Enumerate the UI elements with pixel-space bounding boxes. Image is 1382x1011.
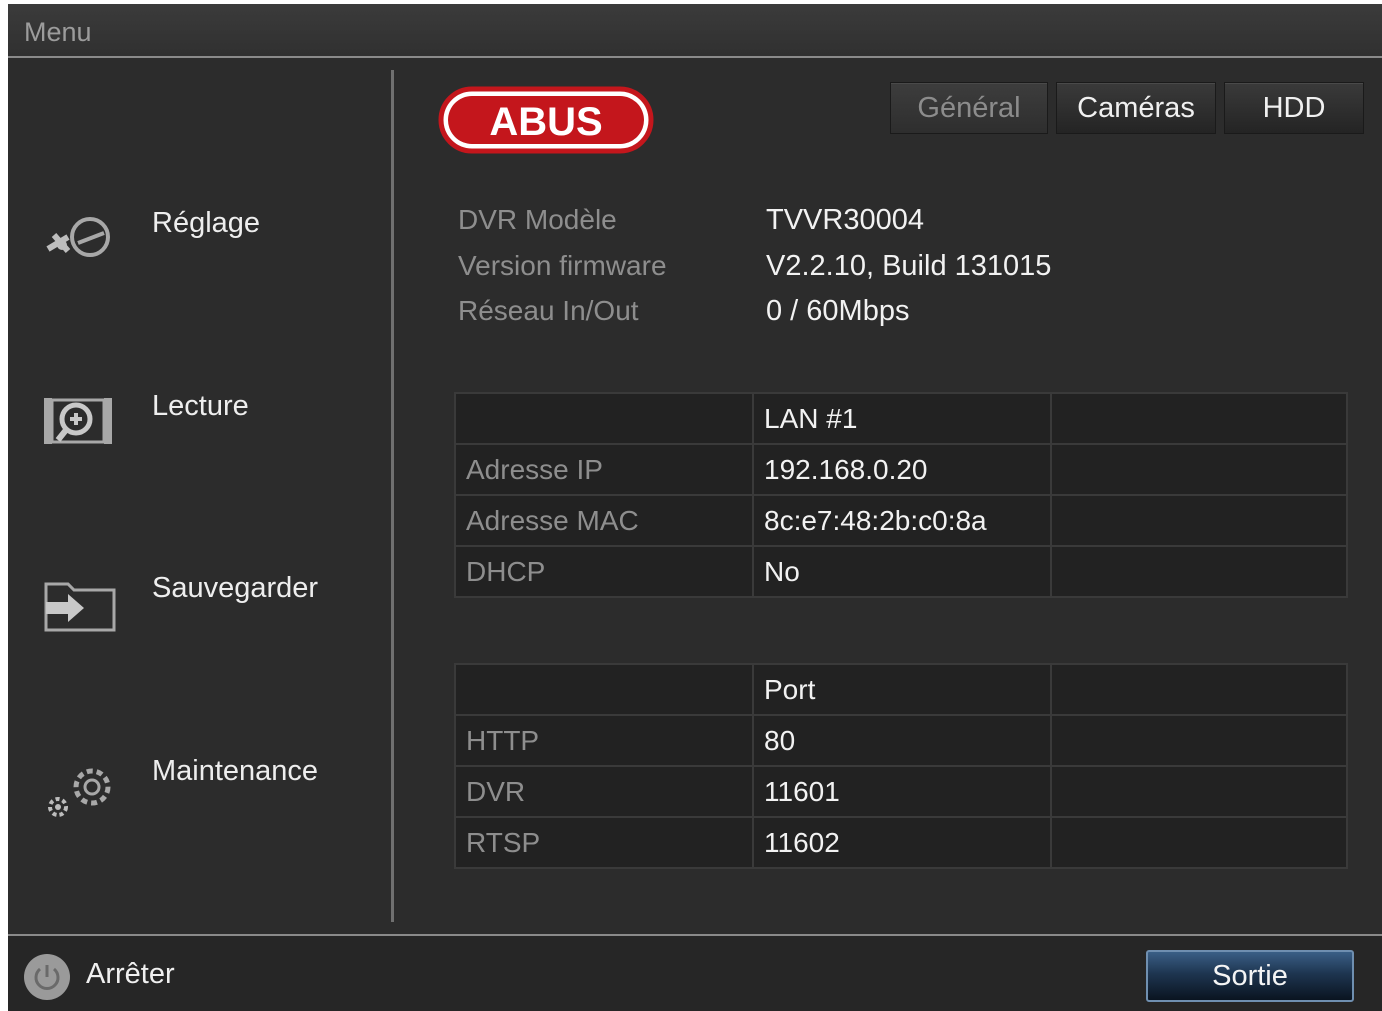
- table-cell: [1050, 545, 1348, 598]
- sidebar-item-maintenance[interactable]: Maintenance: [38, 755, 378, 835]
- main-panel: ABUS Général Caméras HDD DVR Modèle TVVR…: [398, 58, 1382, 934]
- backup-export-icon: [44, 582, 116, 632]
- sidebar-item-label: Maintenance: [152, 755, 319, 787]
- power-icon: [34, 965, 60, 990]
- info-value: 0 / 60Mbps: [766, 295, 910, 327]
- sidebar: Réglage Lecture Sauvegarder Maintenance: [8, 58, 393, 934]
- tab-label: HDD: [1262, 91, 1326, 124]
- tab-cameras[interactable]: Caméras: [1056, 82, 1216, 134]
- vertical-divider: [391, 70, 394, 922]
- info-value: V2.2.10, Build 131015: [766, 250, 1052, 282]
- tab-hdd[interactable]: HDD: [1224, 82, 1364, 134]
- table-cell: [454, 392, 754, 445]
- power-button[interactable]: [24, 954, 70, 1000]
- dvr-menu-window: Menu Réglage Lecture Sauvegarder Mainten…: [8, 4, 1382, 1011]
- table-cell: [1050, 765, 1348, 818]
- table-cell-value: No: [752, 545, 1052, 598]
- title-bar: Menu: [8, 4, 1382, 58]
- table-cell-value: 11601: [752, 765, 1052, 818]
- table-row: HTTP 80: [454, 714, 1348, 767]
- table-cell-value: 192.168.0.20: [752, 443, 1052, 496]
- sidebar-item-reglage[interactable]: Réglage: [38, 207, 378, 287]
- table-cell: [1050, 392, 1348, 445]
- table-header-cell: LAN #1: [752, 392, 1052, 445]
- info-value: TVVR30004: [766, 204, 924, 236]
- table-cell: [454, 663, 754, 716]
- info-row-firmware: Version firmware V2.2.10, Build 131015: [458, 250, 1358, 290]
- table-cell: [1050, 714, 1348, 767]
- sidebar-item-sauvegarder[interactable]: Sauvegarder: [38, 572, 378, 652]
- tab-label: Caméras: [1077, 91, 1195, 124]
- settings-tools-icon: [46, 217, 110, 257]
- exit-button[interactable]: Sortie: [1146, 950, 1354, 1002]
- sidebar-item-label: Lecture: [152, 390, 249, 422]
- table-cell-value: 8c:e7:48:2b:c0:8a: [752, 494, 1052, 547]
- info-row-model: DVR Modèle TVVR30004: [458, 204, 1358, 244]
- table-cell-value: 11602: [752, 816, 1052, 869]
- table-row: DVR 11601: [454, 765, 1348, 818]
- table-cell-value: 80: [752, 714, 1052, 767]
- maintenance-gears-icon: [48, 768, 111, 817]
- info-key: DVR Modèle: [458, 204, 617, 235]
- tab-label: Général: [917, 91, 1021, 124]
- info-row-network: Réseau In/Out 0 / 60Mbps: [458, 295, 1358, 335]
- abus-logo: ABUS: [438, 86, 654, 154]
- table-cell-key: Adresse MAC: [454, 494, 754, 547]
- network-table: LAN #1 Adresse IP 192.168.0.20 Adresse M…: [454, 392, 1348, 598]
- sidebar-item-lecture[interactable]: Lecture: [38, 390, 378, 470]
- table-header-cell: Port: [752, 663, 1052, 716]
- table-row: DHCP No: [454, 545, 1348, 598]
- table-cell-key: HTTP: [454, 714, 754, 767]
- sidebar-item-label: Réglage: [152, 207, 261, 239]
- table-cell-key: DHCP: [454, 545, 754, 598]
- window-title: Menu: [24, 17, 92, 47]
- info-key: Version firmware: [458, 250, 667, 281]
- table-cell: [1050, 494, 1348, 547]
- table-row: Adresse IP 192.168.0.20: [454, 443, 1348, 496]
- table-cell: [1050, 816, 1348, 869]
- table-row: RTSP 11602: [454, 816, 1348, 869]
- table-cell-key: Adresse IP: [454, 443, 754, 496]
- table-cell-key: RTSP: [454, 816, 754, 869]
- table-cell: [1050, 663, 1348, 716]
- table-header-row: LAN #1: [454, 392, 1348, 445]
- playback-film-icon: [44, 398, 112, 444]
- table-row: Adresse MAC 8c:e7:48:2b:c0:8a: [454, 494, 1348, 547]
- table-cell: [1050, 443, 1348, 496]
- sidebar-item-label: Sauvegarder: [152, 572, 319, 604]
- logo-text: ABUS: [489, 100, 602, 144]
- port-table: Port HTTP 80 DVR 11601 RTSP 11602: [454, 663, 1348, 869]
- tab-general[interactable]: Général: [890, 82, 1048, 134]
- bottom-bar: Arrêter Sortie: [8, 934, 1382, 1011]
- info-key: Réseau In/Out: [458, 295, 639, 326]
- table-cell-key: DVR: [454, 765, 754, 818]
- exit-button-label: Sortie: [1212, 959, 1288, 992]
- table-header-row: Port: [454, 663, 1348, 716]
- shutdown-label[interactable]: Arrêter: [86, 958, 175, 991]
